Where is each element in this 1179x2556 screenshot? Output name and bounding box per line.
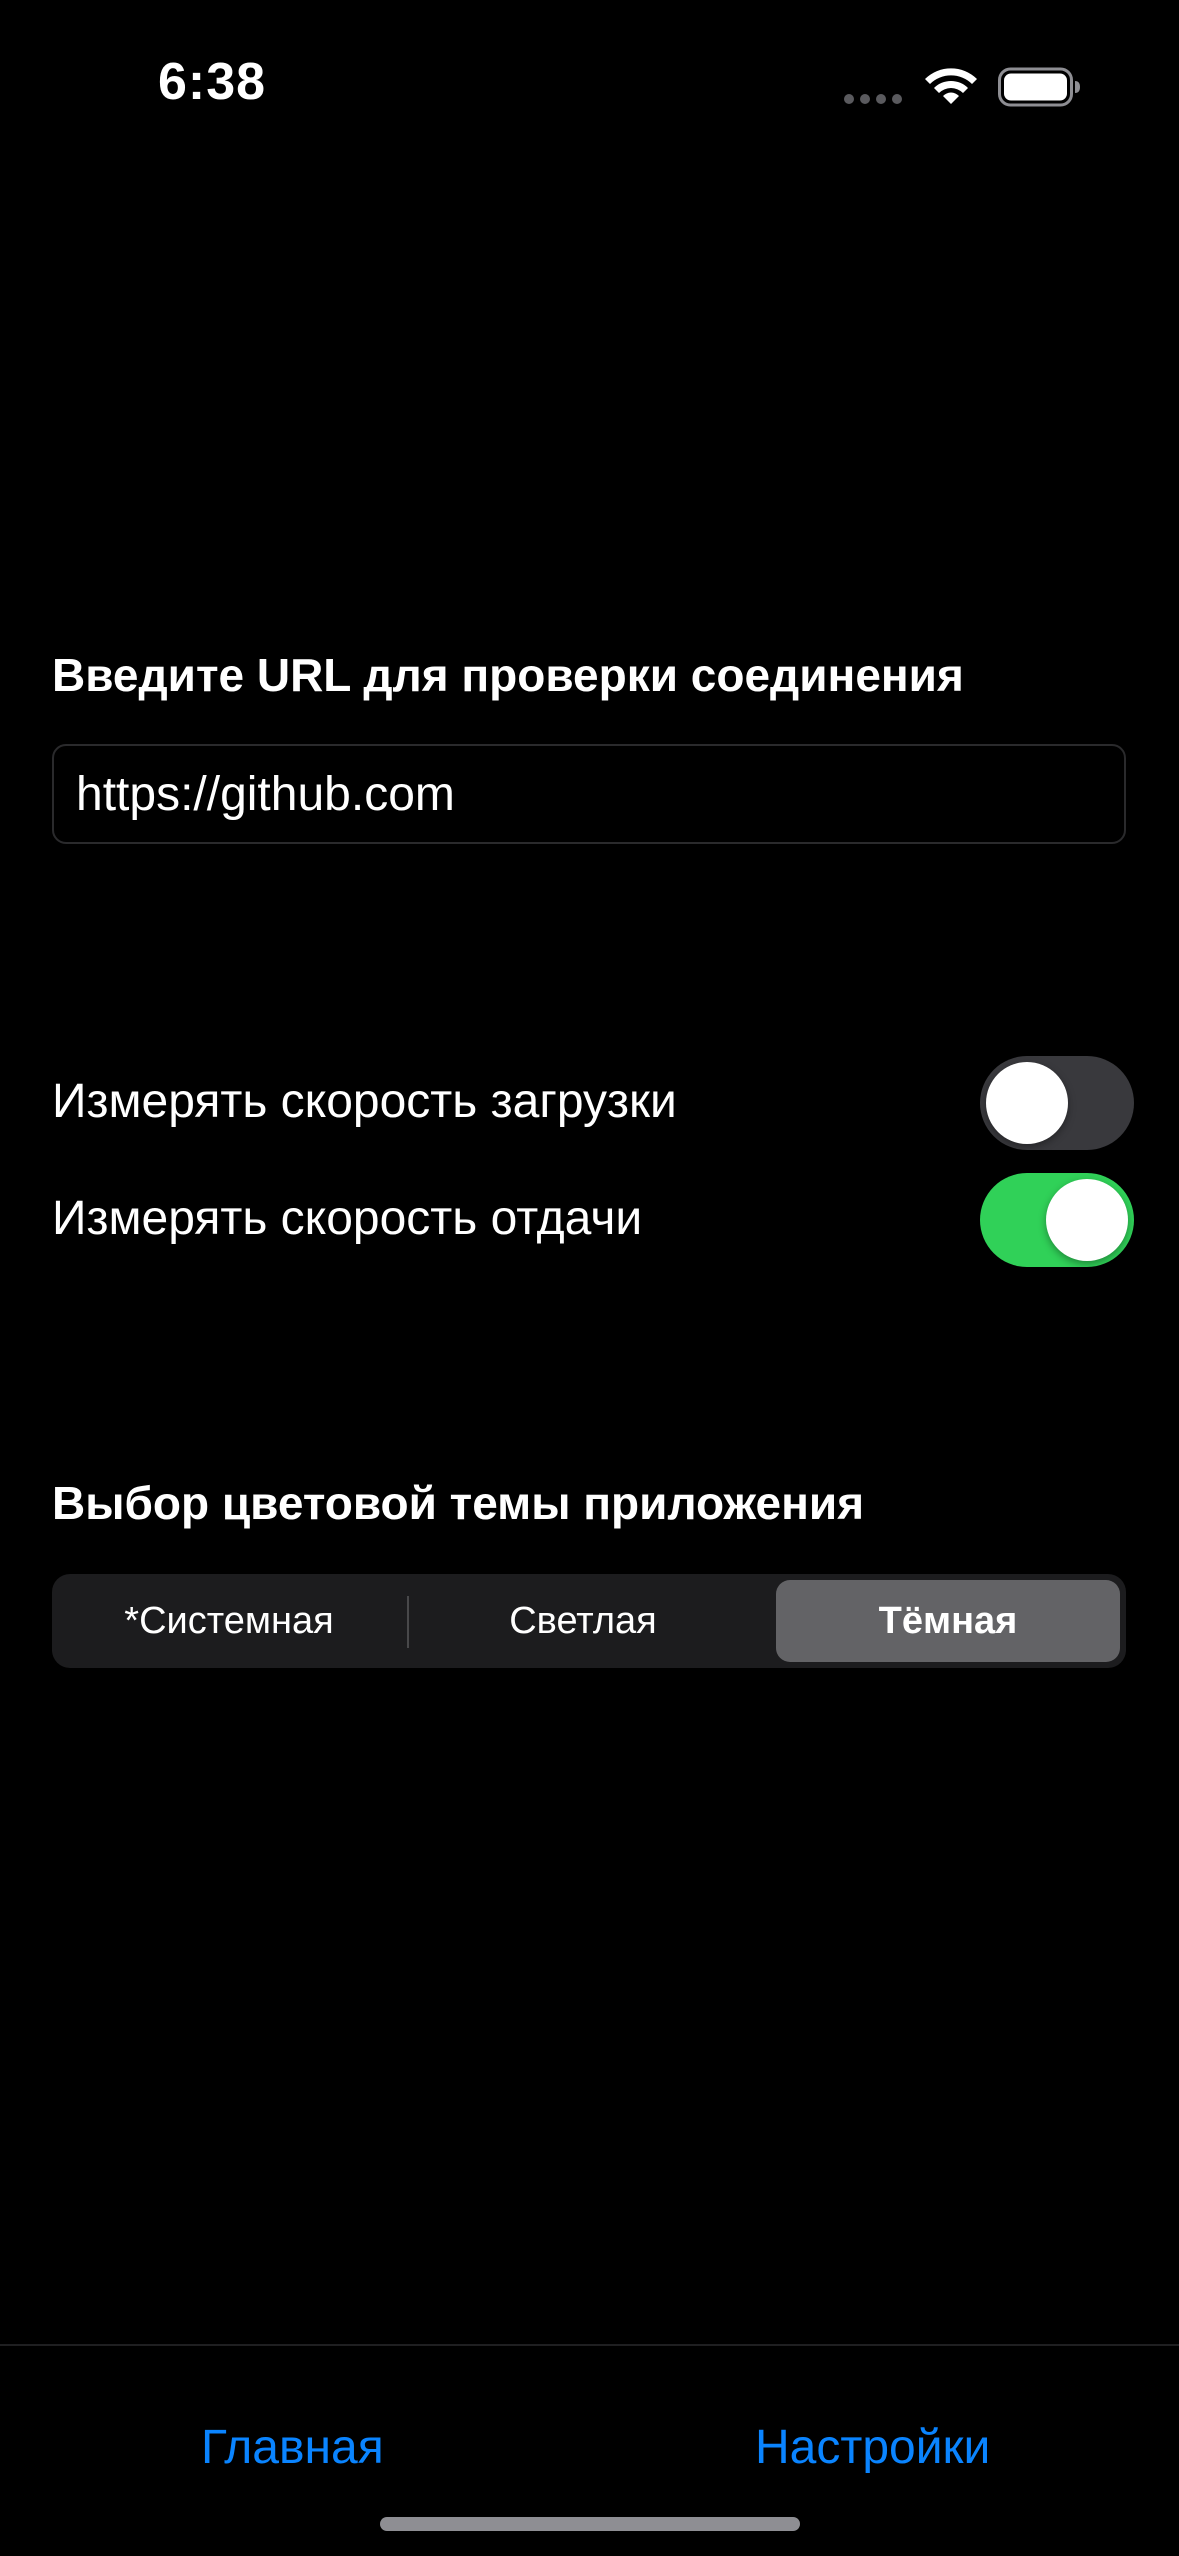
segment-dark[interactable]: Тёмная [776, 1580, 1120, 1662]
segment-light[interactable]: Светлая [408, 1580, 758, 1662]
segment-system[interactable]: *Системная [56, 1580, 402, 1662]
signal-dots-icon [844, 94, 904, 104]
url-input[interactable] [52, 744, 1126, 844]
url-section-title: Введите URL для проверки соединения [52, 649, 964, 701]
download-speed-label: Измерять скорость загрузки [52, 1075, 677, 1128]
toggle-knob [986, 1062, 1068, 1144]
upload-speed-toggle[interactable] [980, 1173, 1134, 1267]
tab-bar-divider [0, 2344, 1179, 2346]
wifi-icon [925, 68, 977, 104]
status-time: 6:38 [158, 53, 267, 111]
tab-settings[interactable]: Настройки [755, 2420, 990, 2475]
toggle-knob [1046, 1179, 1128, 1261]
upload-speed-label: Измерять скорость отдачи [52, 1192, 643, 1245]
battery-icon [998, 67, 1080, 107]
download-speed-toggle[interactable] [980, 1056, 1134, 1150]
home-indicator[interactable] [380, 2517, 800, 2531]
tab-home[interactable]: Главная [201, 2420, 384, 2475]
theme-segmented-control: *Системная Светлая Тёмная [52, 1574, 1126, 1668]
theme-section-title: Выбор цветовой темы приложения [52, 1477, 865, 1529]
